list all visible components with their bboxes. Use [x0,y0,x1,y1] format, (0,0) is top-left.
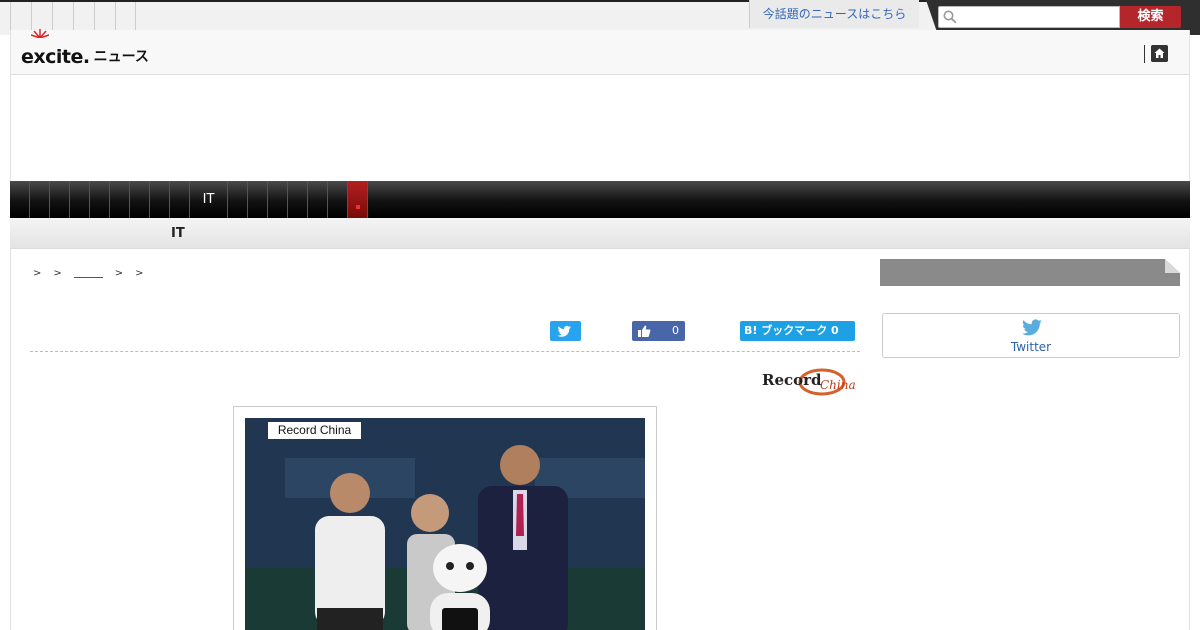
top-tab[interactable] [10,2,31,30]
nav-active-marker [355,205,360,209]
breadcrumb-link[interactable] [73,269,103,278]
nav-item[interactable] [10,181,30,218]
top-tab[interactable] [31,2,52,30]
search-icon [943,10,957,24]
photo-scene [245,418,645,630]
nav-item[interactable] [110,181,130,218]
top-tab[interactable] [52,2,73,30]
hatena-bookmark-button[interactable]: B! ブックマーク 0 [740,321,855,341]
nav-item[interactable] [228,181,248,218]
category-nav: IT [10,181,1190,218]
share-divider [30,351,860,352]
excite-logo[interactable]: excite. ニュース [21,29,149,68]
nav-item[interactable] [348,181,368,218]
facebook-like-button[interactable]: 0 [632,321,685,341]
nav-item[interactable] [50,181,70,218]
nav-item[interactable]: IT [190,181,228,218]
nav-item[interactable] [170,181,190,218]
article-photo[interactable] [245,418,645,630]
logo-wordmark: excite. [21,46,90,68]
breadcrumb-separator: > [135,267,144,279]
nav-item[interactable] [30,181,50,218]
twitter-bird-icon [1022,319,1042,336]
nav-item[interactable] [130,181,150,218]
twitter-share-button[interactable] [550,321,581,341]
page: 今話題のニュースはこちら 検索 excite. ニュース IT IT > > >… [0,0,1200,630]
nav-item[interactable] [150,181,170,218]
nav-item[interactable] [308,181,328,218]
top-tab[interactable] [73,2,94,30]
breadcrumb-separator: > [33,267,42,279]
sub-nav: IT [10,218,1190,249]
home-icon[interactable] [1151,45,1168,62]
category-nav-items: IT [10,181,1190,218]
record-china-logo[interactable]: Record China [760,364,860,396]
sidebar-twitter-follow[interactable]: Twitter [882,313,1180,358]
logo-spark-icon [31,29,49,38]
breadcrumb-separator: > [53,267,62,279]
search-input[interactable] [938,6,1120,28]
thumbs-up-icon [638,325,651,337]
record-china-logo-word: Record [762,371,822,389]
logo-service-name: ニュース [93,49,149,65]
trending-news-link[interactable]: 今話題のニュースはこちら [749,0,919,28]
top-tab[interactable] [115,2,136,30]
record-china-logo-sub: China [820,378,856,392]
breadcrumb-separator: > [114,267,124,279]
breadcrumb: > > > > [33,265,156,281]
nav-item[interactable] [328,181,348,218]
nav-item[interactable] [90,181,110,218]
photo-credit: Record China [268,422,361,439]
nav-item[interactable] [70,181,90,218]
nav-item[interactable] [288,181,308,218]
header-divider [1144,45,1145,63]
search-button[interactable]: 検索 [1120,6,1181,28]
site-header: excite. ニュース [10,29,1190,75]
top-tab[interactable] [94,2,115,30]
ad-area [10,75,1190,181]
nav-item[interactable] [268,181,288,218]
nav-item[interactable] [248,181,268,218]
sidebar-header [880,259,1180,286]
facebook-like-count: 0 [672,324,679,337]
subnav-it-label[interactable]: IT [171,218,185,249]
sidebar-twitter-label: Twitter [1010,340,1052,354]
top-tabs [10,2,136,30]
twitter-bird-icon [557,325,571,337]
